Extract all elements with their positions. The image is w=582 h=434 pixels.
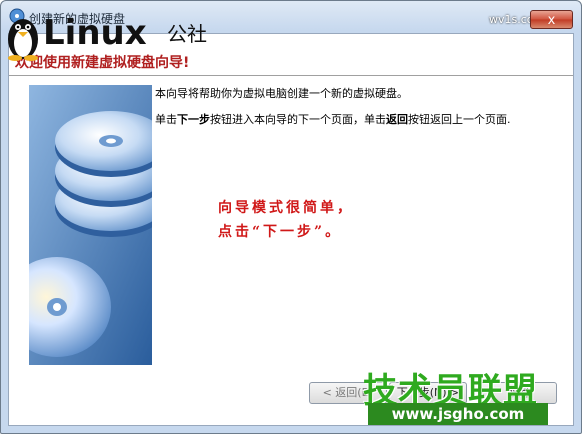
- intro-text: 本向导将帮助你为虚拟电脑创建一个新的虚拟硬盘。: [155, 87, 408, 100]
- wizard-window: 创建新的虚拟硬盘 wv1s.com x 欢迎使用新建虚拟硬盘向导! 本向导将帮助…: [0, 0, 582, 434]
- brand-cn: 公社: [167, 22, 207, 46]
- linux-penguin-logo: Linux 公社: [8, 13, 207, 61]
- instruction-pre: 单击: [155, 113, 177, 126]
- instruction-mid: 按钮进入本向导的下一个页面，单击: [210, 113, 386, 126]
- watermark-url: www.jsgho.com: [368, 403, 548, 425]
- watermark-site: wv1s.com: [489, 13, 545, 26]
- close-button[interactable]: x: [530, 10, 573, 29]
- instruction-next-term: 下一步: [177, 113, 210, 126]
- instruction-text: 单击下一步按钮进入本向导的下一个页面，单击返回按钮返回上一个页面.: [155, 111, 511, 127]
- annotation-line-2: 点击“下一步”。: [218, 224, 343, 240]
- annotation-line-1: 向导模式很简单，: [218, 200, 354, 216]
- instruction-back-term: 返回: [386, 113, 408, 126]
- instruction-post: 按钮返回上一个页面.: [408, 113, 511, 126]
- disk-stack-illustration: [29, 85, 152, 365]
- brand-latin: Linux: [43, 13, 147, 53]
- header-divider: [9, 75, 573, 76]
